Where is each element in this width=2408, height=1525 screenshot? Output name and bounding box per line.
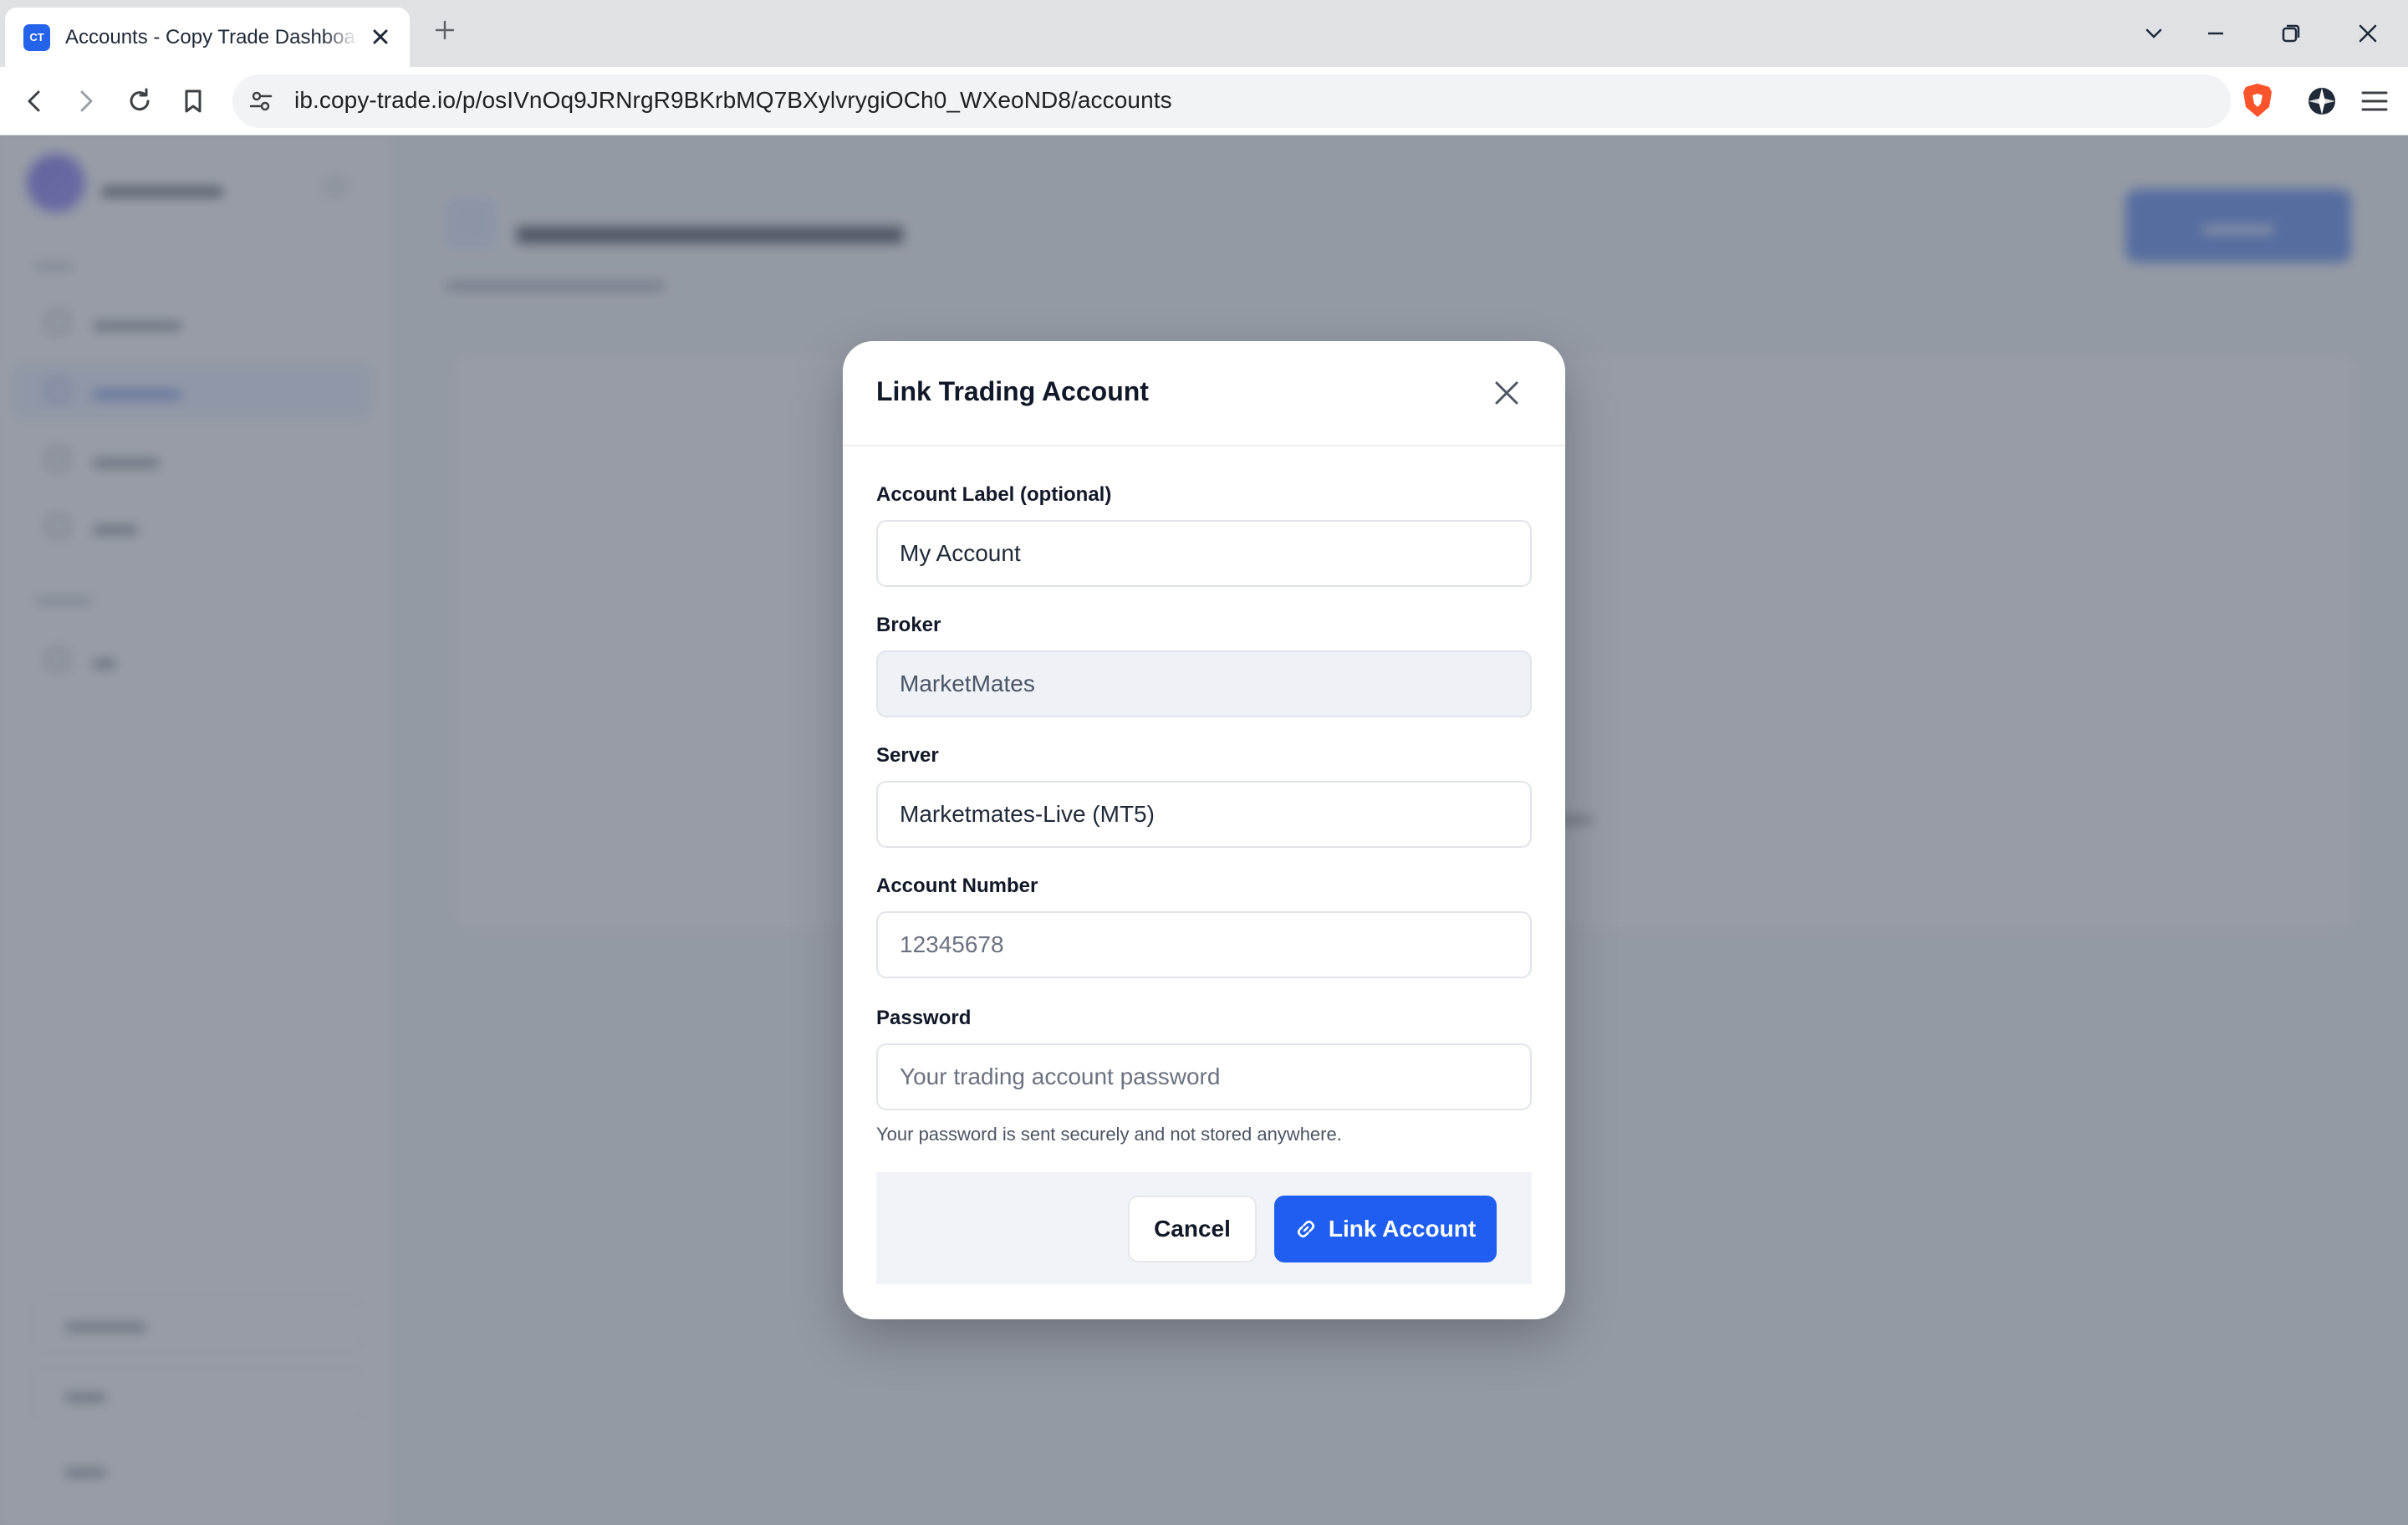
bookmark-icon[interactable] [176, 84, 211, 119]
link-account-button-label: Link Account [1328, 1216, 1477, 1242]
restore-icon[interactable] [2276, 18, 2306, 48]
site-favicon-icon: CT [23, 23, 50, 51]
menu-icon[interactable] [2358, 84, 2391, 118]
url-text: ib.copy-trade.io/p/osIVnOq9JRNrgR9BKrbMQ… [294, 87, 1172, 113]
tab-close-icon[interactable] [368, 24, 393, 49]
browser-tab[interactable]: CT Accounts - Copy Trade Dashboard [5, 8, 410, 67]
close-window-icon[interactable] [2353, 18, 2383, 48]
account-label-field-label: Account Label (optional) [876, 483, 1112, 506]
minimize-icon[interactable] [2201, 18, 2231, 48]
address-bar[interactable]: ib.copy-trade.io/p/osIVnOq9JRNrgR9BKrbMQ… [232, 74, 2231, 128]
new-tab-icon[interactable] [431, 17, 458, 43]
close-icon[interactable] [1490, 376, 1523, 410]
browser-toolbar: ib.copy-trade.io/p/osIVnOq9JRNrgR9BKrbMQ… [0, 67, 2408, 135]
dialog-title: Link Trading Account [876, 376, 1149, 406]
brave-shields-icon[interactable] [2241, 82, 2274, 119]
link-icon [1297, 1220, 1314, 1238]
broker-field-label: Broker [876, 614, 941, 636]
back-icon[interactable] [17, 84, 52, 119]
password-hint: Your password is sent securely and not s… [876, 1124, 1342, 1145]
link-account-button[interactable]: Link Account [1274, 1196, 1497, 1262]
cancel-button[interactable]: Cancel [1128, 1196, 1257, 1262]
dialog-footer: Cancel Link Account [876, 1172, 1532, 1284]
site-settings-icon[interactable] [247, 88, 274, 115]
extension-icon[interactable] [2305, 84, 2339, 118]
forward-icon[interactable] [69, 84, 104, 119]
password-input[interactable] [876, 1043, 1532, 1110]
tab-search-chevron-icon[interactable] [2139, 18, 2169, 48]
password-field-label: Password [876, 1007, 972, 1029]
account-number-input[interactable] [876, 911, 1532, 978]
tab-title: Accounts - Copy Trade Dashboard [65, 25, 358, 48]
server-input[interactable] [876, 781, 1532, 848]
dialog-header: Link Trading Account [843, 341, 1565, 446]
account-number-field-label: Account Number [876, 875, 1038, 897]
broker-input [876, 650, 1532, 717]
reload-icon[interactable] [122, 84, 157, 119]
browser-tab-strip: CT Accounts - Copy Trade Dashboard [0, 0, 2408, 67]
link-trading-account-dialog: Link Trading Account Account Label (opti… [843, 341, 1565, 1319]
account-label-input[interactable] [876, 520, 1532, 587]
server-field-label: Server [876, 744, 939, 767]
